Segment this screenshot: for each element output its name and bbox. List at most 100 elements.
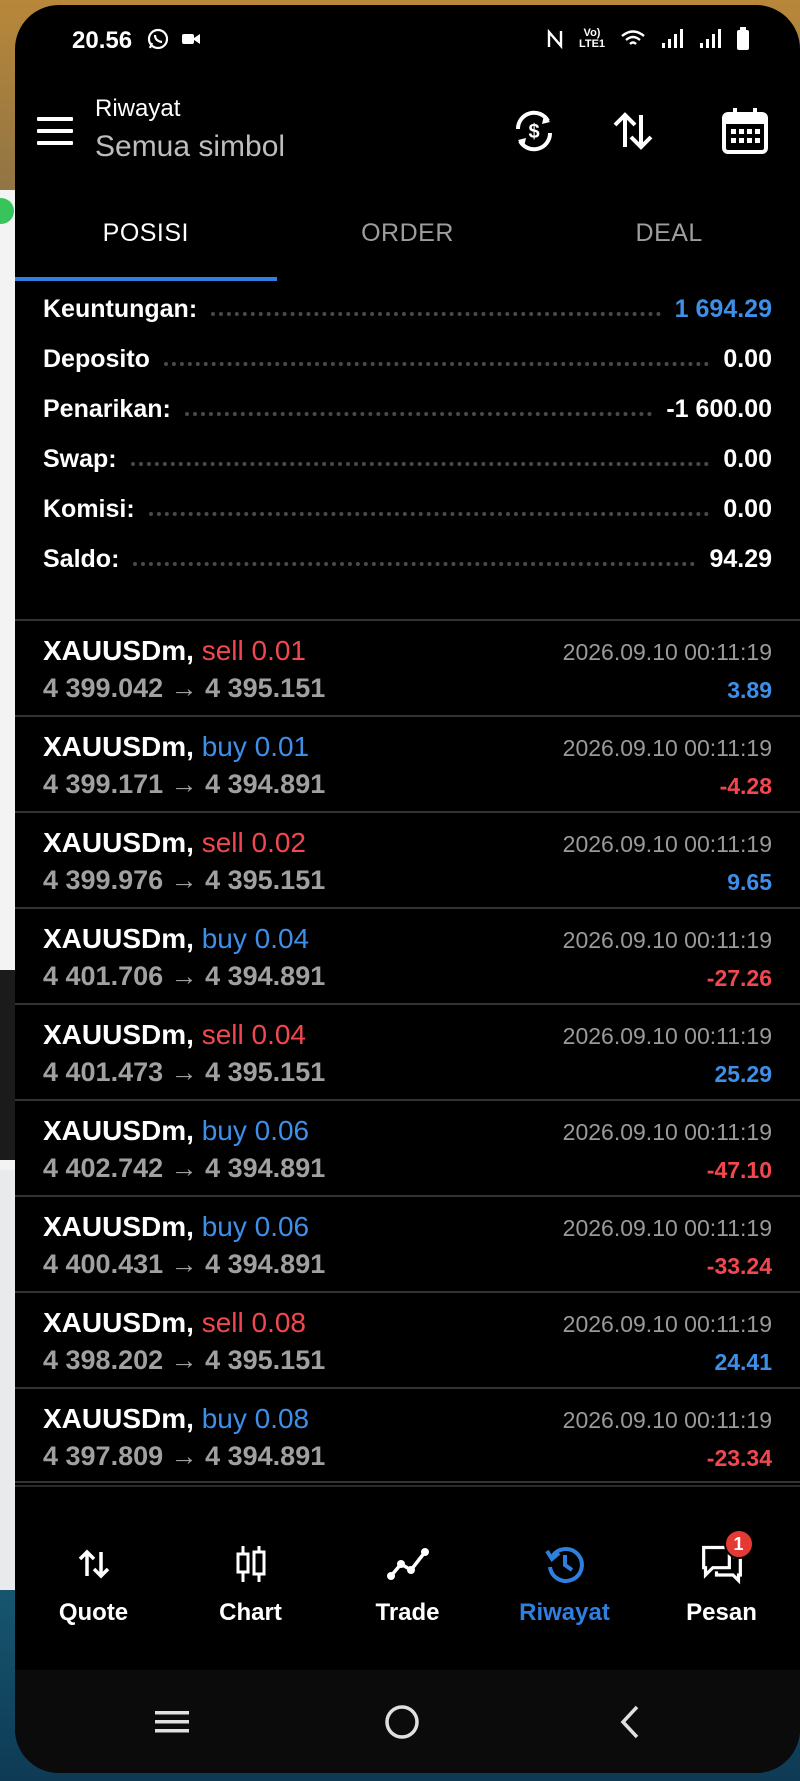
home-icon[interactable]: [377, 1700, 427, 1744]
deal-time: 2026.09.10 00:11:19: [562, 1023, 772, 1049]
balance-label: Saldo:: [43, 544, 120, 573]
deal-prices: 4 399.976 → 4 395.151: [43, 865, 326, 895]
commission-value: 0.00: [723, 494, 772, 523]
summary-row-swap: Swap: 0.00: [43, 439, 772, 479]
deal-prices: 4 397.809 → 4 394.891: [43, 1441, 326, 1471]
bottom-navigation: Quote Chart Trade Riwayat 1 Pesan: [15, 1485, 800, 1670]
app-bar: Riwayat Semua simbol $: [15, 75, 800, 185]
nav-pesan[interactable]: 1 Pesan: [643, 1487, 800, 1670]
summary-row-withdrawal: Penarikan: -1 600.00: [43, 389, 772, 429]
wifi-icon: [621, 30, 645, 45]
deposit-value: 0.00: [723, 344, 772, 373]
deal-symbol: XAUUSDm, buy 0.01: [43, 731, 310, 762]
deal-side: sell 0.01: [201, 635, 306, 666]
deal-symbol: XAUUSDm, buy 0.06: [43, 1211, 310, 1242]
deal-side: sell 0.08: [201, 1307, 306, 1338]
deal-profit: -47.10: [706, 1157, 772, 1183]
deal-prices: 4 400.431 → 4 394.891: [43, 1249, 326, 1279]
leader-dots: [133, 552, 696, 566]
deal-prices: 4 398.202 → 4 395.151: [43, 1345, 326, 1375]
leader-dots: [148, 502, 710, 516]
deal-time: 2026.09.10 00:11:19: [562, 927, 772, 953]
nav-label: Pesan: [686, 1599, 757, 1626]
calendar-icon[interactable]: [719, 105, 771, 157]
unread-badge: 1: [723, 1529, 754, 1559]
nav-label: Chart: [219, 1599, 282, 1626]
deal-symbol: XAUUSDm, sell 0.02: [43, 827, 306, 858]
withdrawal-label: Penarikan:: [43, 394, 171, 423]
list-item[interactable]: XAUUSDm, sell 0.02 4 399.976 → 4 395.151…: [15, 811, 800, 907]
currency-refresh-icon[interactable]: $: [508, 105, 560, 157]
whatsapp-icon: [147, 28, 169, 50]
list-item[interactable]: XAUUSDm, buy 0.08 4 397.809 → 4 394.891 …: [15, 1387, 800, 1483]
page-title: Riwayat: [95, 95, 181, 122]
deal-side: buy 0.06: [201, 1211, 310, 1242]
deal-prices: 4 402.742 → 4 394.891: [43, 1153, 326, 1183]
deal-profit: -33.24: [706, 1253, 772, 1279]
tab-posisi[interactable]: POSISI: [15, 185, 277, 281]
deal-symbol: XAUUSDm, sell 0.01: [43, 635, 306, 666]
leader-dots: [130, 452, 710, 466]
nfc-icon: [547, 28, 563, 50]
status-bar: 20.56 Vo) LTE1: [15, 5, 800, 75]
swap-value: 0.00: [723, 444, 772, 473]
nav-label: Trade: [375, 1599, 440, 1626]
video-icon: [182, 34, 200, 44]
sort-icon[interactable]: [607, 105, 659, 157]
leader-dots: [184, 402, 653, 416]
list-item[interactable]: XAUUSDm, sell 0.04 4 401.473 → 4 395.151…: [15, 1003, 800, 1099]
deal-profit: 9.65: [727, 869, 772, 895]
deal-side: buy 0.01: [201, 731, 310, 762]
deal-prices: 4 399.042 → 4 395.151: [43, 673, 326, 703]
recents-icon[interactable]: [147, 1700, 197, 1744]
deal-time: 2026.09.10 00:11:19: [562, 1407, 772, 1433]
svg-text:$: $: [528, 121, 539, 143]
list-item[interactable]: XAUUSDm, buy 0.06 4 402.742 → 4 394.891 …: [15, 1099, 800, 1195]
volte-icon: Vo) LTE1: [578, 27, 606, 50]
trade-line-icon: [386, 1542, 430, 1586]
leader-dots: [163, 352, 710, 366]
nav-label: Quote: [58, 1599, 129, 1626]
menu-icon[interactable]: [37, 117, 73, 145]
deal-prices: 4 399.171 → 4 394.891: [43, 769, 326, 799]
nav-trade[interactable]: Trade: [329, 1487, 486, 1670]
summary-row-balance: Saldo: 94.29: [43, 539, 772, 579]
summary-panel: Keuntungan: 1 694.29 Deposito 0.00 Penar…: [15, 281, 800, 621]
list-item[interactable]: XAUUSDm, buy 0.04 4 401.706 → 4 394.891 …: [15, 907, 800, 1003]
background-green-dot: [0, 198, 14, 224]
status-left-icons: [146, 27, 202, 51]
deal-time: 2026.09.10 00:11:19: [562, 1119, 772, 1145]
deal-time: 2026.09.10 00:11:19: [562, 831, 772, 857]
list-item[interactable]: XAUUSDm, buy 0.01 4 399.171 → 4 394.891 …: [15, 715, 800, 811]
nav-quote[interactable]: Quote: [15, 1487, 172, 1670]
tab-deal[interactable]: DEAL: [538, 185, 800, 281]
symbol-filter[interactable]: Semua simbol: [95, 130, 285, 164]
deal-side: sell 0.04: [201, 1019, 306, 1050]
deal-time: 2026.09.10 00:11:19: [562, 639, 772, 665]
deal-time: 2026.09.10 00:11:19: [562, 1311, 772, 1337]
quote-arrows-icon: [72, 1542, 116, 1586]
deal-profit: -27.26: [706, 965, 772, 991]
deal-symbol: XAUUSDm, buy 0.06: [43, 1115, 310, 1146]
deal-prices: 4 401.473 → 4 395.151: [43, 1057, 326, 1087]
summary-row-deposit: Deposito 0.00: [43, 339, 772, 379]
deal-side: sell 0.02: [201, 827, 306, 858]
list-item[interactable]: XAUUSDm, buy 0.06 4 400.431 → 4 394.891 …: [15, 1195, 800, 1291]
deal-symbol: XAUUSDm, sell 0.04: [43, 1019, 306, 1050]
list-item[interactable]: XAUUSDm, sell 0.08 4 398.202 → 4 395.151…: [15, 1291, 800, 1387]
tab-order[interactable]: ORDER: [277, 185, 539, 281]
back-icon[interactable]: [605, 1700, 655, 1744]
deal-profit: -23.34: [706, 1445, 772, 1471]
status-time: 20.56: [72, 27, 133, 54]
signal-icon: [662, 29, 683, 48]
nav-chart[interactable]: Chart: [172, 1487, 329, 1670]
deal-side: buy 0.08: [201, 1403, 310, 1434]
summary-row-profit: Keuntungan: 1 694.29: [43, 289, 772, 329]
deal-symbol: XAUUSDm, sell 0.08: [43, 1307, 306, 1338]
swap-label: Swap:: [43, 444, 117, 473]
nav-riwayat[interactable]: Riwayat: [486, 1487, 643, 1670]
deal-side: buy 0.06: [201, 1115, 310, 1146]
withdrawal-value: -1 600.00: [666, 394, 772, 423]
list-item[interactable]: XAUUSDm, sell 0.01 4 399.042 → 4 395.151…: [15, 619, 800, 715]
profit-value: 1 694.29: [674, 294, 772, 323]
